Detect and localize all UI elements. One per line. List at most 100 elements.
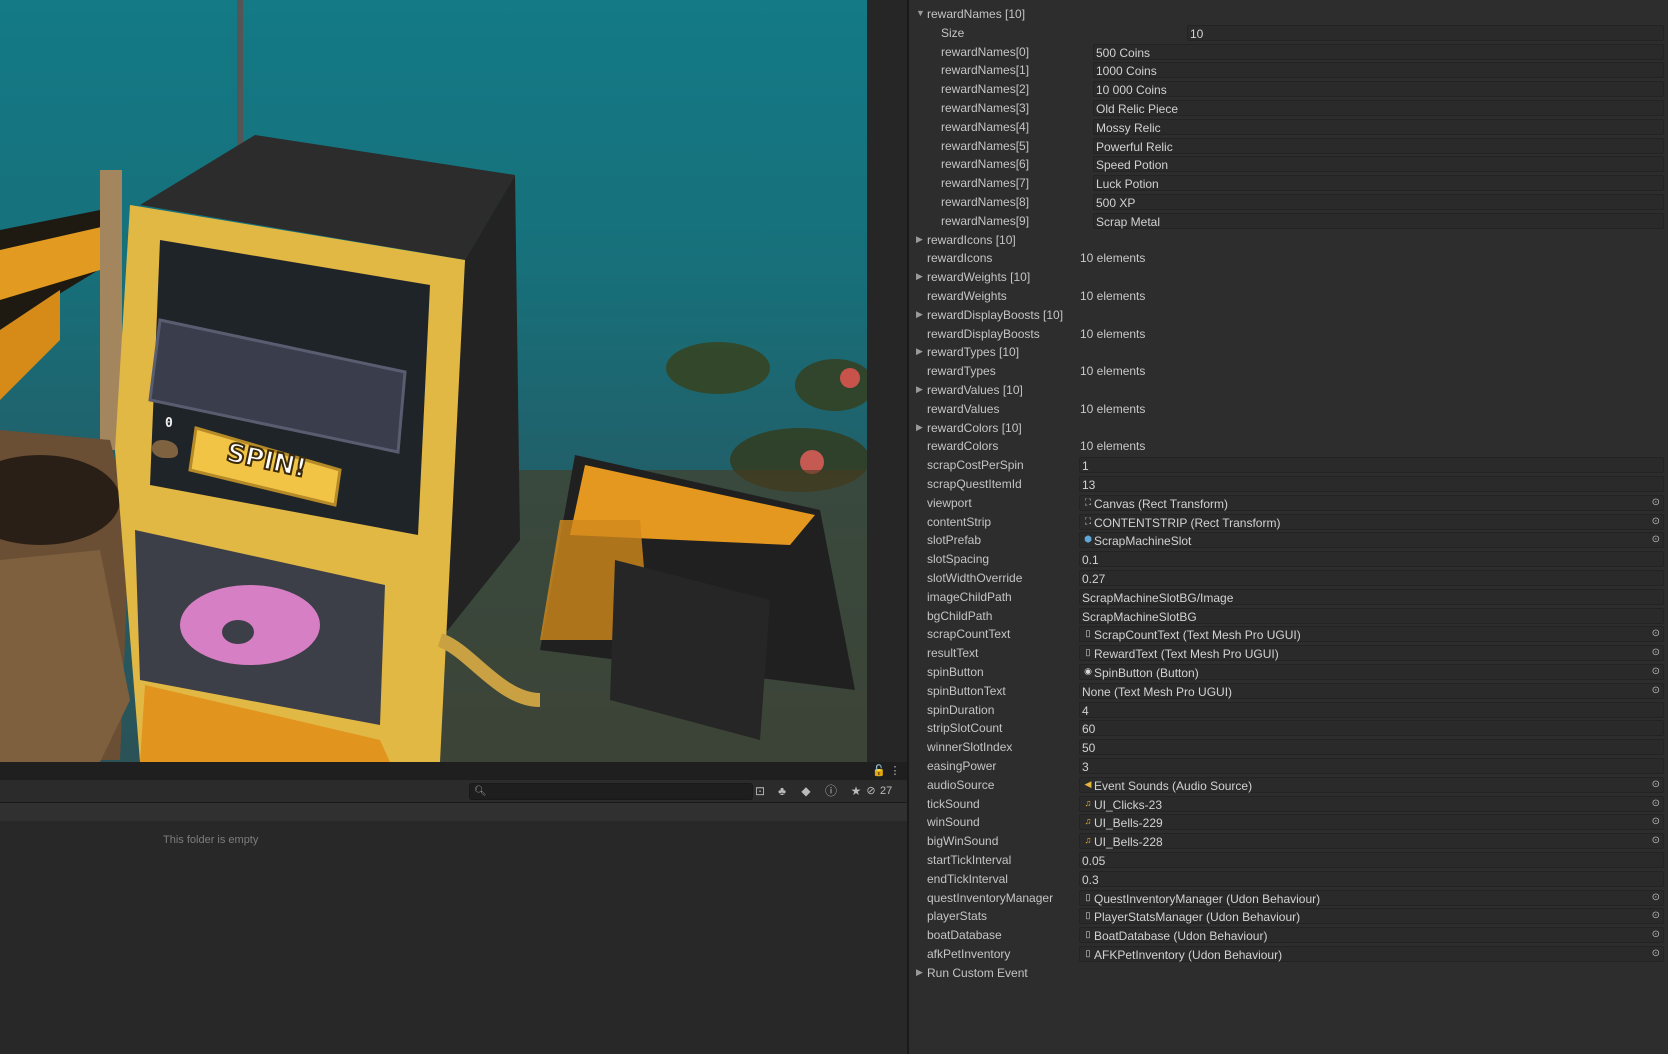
reward-name-field[interactable]: Mossy Relic: [1093, 118, 1664, 135]
property-field[interactable]: ▯ RewardText (Text Mesh Pro UGUI) ⊙: [1079, 645, 1664, 662]
property-field[interactable]: ⛶ CONTENTSTRIP (Rect Transform) ⊙: [1079, 513, 1664, 530]
property-field[interactable]: ♫ UI_Bells-228 ⊙: [1079, 833, 1664, 850]
reward-name-value: 10 000 Coins: [1096, 83, 1167, 98]
reward-name-field[interactable]: 1000 Coins: [1093, 62, 1664, 79]
foldout-collapsed-icon[interactable]: ▶: [916, 271, 923, 282]
project-search[interactable]: 🔍︎: [469, 783, 753, 800]
reward-name-field[interactable]: Speed Potion: [1093, 156, 1664, 173]
object-picker-icon[interactable]: ⊙: [1652, 798, 1660, 809]
property-field[interactable]: ⬢ ScrapMachineSlot ⊙: [1079, 532, 1664, 549]
more-options-icon[interactable]: ⋮: [888, 764, 902, 778]
property-row: scrapCountText ▯ ScrapCountText (Text Mesh…: [909, 625, 1668, 644]
property-field[interactable]: 3: [1079, 758, 1664, 774]
foldout-collapsed-icon[interactable]: ▶: [916, 309, 923, 320]
property-field[interactable]: 1: [1079, 457, 1664, 474]
object-picker-icon[interactable]: ⊙: [1652, 892, 1660, 903]
property-row: spinButton ◉ SpinButton (Button) ⊙: [909, 663, 1668, 682]
hidden-eye-icon[interactable]: ⊘: [866, 783, 876, 799]
array-header: ▶ rewardTypes [10]: [909, 343, 1668, 362]
array-header-label[interactable]: rewardValues [10]: [927, 383, 1023, 397]
property-field[interactable]: ⛶ Canvas (Rect Transform) ⊙: [1079, 494, 1664, 511]
object-picker-icon[interactable]: ⊙: [1652, 835, 1660, 846]
reward-name-field[interactable]: Scrap Metal: [1093, 212, 1664, 229]
reward-name-field[interactable]: Powerful Relic: [1093, 137, 1664, 154]
object-picker-icon[interactable]: ⊙: [1652, 910, 1660, 921]
reward-name-field[interactable]: Old Relic Piece: [1093, 100, 1664, 116]
array-header-label[interactable]: rewardWeights [10]: [927, 270, 1030, 284]
property-value: None (Text Mesh Pro UGUI): [1082, 684, 1233, 699]
size-field[interactable]: 10: [1187, 24, 1664, 41]
property-field[interactable]: ◀ Event Sounds (Audio Source) ⊙: [1079, 776, 1664, 793]
reward-name-field[interactable]: 500 XP: [1093, 194, 1664, 210]
object-picker-icon[interactable]: ⊙: [1652, 516, 1660, 527]
array-header-label[interactable]: rewardDisplayBoosts [10]: [927, 308, 1063, 322]
object-picker-icon[interactable]: ⊙: [1652, 628, 1660, 639]
array-header-label[interactable]: rewardIcons [10]: [927, 233, 1016, 247]
foldout-collapsed-icon[interactable]: ▶: [916, 422, 923, 433]
property-field[interactable]: ▯ BoatDatabase (Udon Behaviour) ⊙: [1079, 927, 1664, 944]
reward-name-field[interactable]: 10 000 Coins: [1093, 81, 1664, 98]
foldout-expanded-icon[interactable]: ▼: [916, 8, 925, 18]
run-custom-event-row: ▶ Run Custom Event: [909, 964, 1668, 983]
property-label: bigWinSound: [927, 834, 999, 849]
search-input[interactable]: [486, 784, 746, 799]
lock-icon[interactable]: 🔓: [872, 764, 886, 778]
array-summary-row: rewardWeights 10 elements: [909, 287, 1668, 306]
filter-by-label-icon[interactable]: ♣: [773, 783, 791, 799]
property-label: slotSpacing: [927, 552, 990, 567]
property-field[interactable]: 60: [1079, 720, 1664, 737]
array-header-label[interactable]: rewardTypes [10]: [927, 345, 1019, 359]
object-picker-icon[interactable]: ⊙: [1652, 647, 1660, 658]
object-picker-icon[interactable]: ⊙: [1652, 534, 1660, 545]
array-summary-label: rewardTypes: [927, 364, 996, 379]
property-field[interactable]: ▯ ScrapCountText (Text Mesh Pro UGUI) ⊙: [1079, 626, 1664, 643]
property-field[interactable]: ▯ AFKPetInventory (Udon Behaviour) ⊙: [1079, 946, 1664, 962]
object-picker-icon[interactable]: ⊙: [1652, 666, 1660, 677]
property-value: 13: [1082, 478, 1096, 492]
property-field[interactable]: None (Text Mesh Pro UGUI) ⊙: [1079, 682, 1664, 699]
property-field[interactable]: ◉ SpinButton (Button) ⊙: [1079, 664, 1664, 680]
info-icon[interactable]: ⓘ: [822, 783, 840, 799]
property-field[interactable]: 0.05: [1079, 852, 1664, 868]
scene-view[interactable]: 0 SPIN!: [0, 0, 867, 762]
search-by-type-icon[interactable]: ⊡: [751, 783, 769, 799]
property-field[interactable]: ▯ PlayerStatsManager (Udon Behaviour) ⊙: [1079, 908, 1664, 925]
reward-name-field[interactable]: Luck Potion: [1093, 175, 1664, 192]
property-field[interactable]: 50: [1079, 739, 1664, 756]
property-field[interactable]: ♫ UI_Clicks-23 ⊙: [1079, 795, 1664, 812]
property-label: spinButtonText: [927, 683, 1006, 698]
property-row: tickSound ♫ UI_Clicks-23 ⊙: [909, 795, 1668, 814]
foldout-collapsed-icon[interactable]: ▶: [916, 346, 923, 357]
object-picker-icon[interactable]: ⊙: [1652, 948, 1660, 959]
property-field[interactable]: ScrapMachineSlotBG/Image: [1079, 588, 1664, 605]
property-row: winnerSlotIndex 50: [909, 738, 1668, 757]
foldout-collapsed-icon[interactable]: ▶: [916, 234, 923, 245]
property-field[interactable]: ▯ QuestInventoryManager (Udon Behaviour) ⊙: [1079, 889, 1664, 906]
run-custom-event-label[interactable]: Run Custom Event: [927, 966, 1028, 980]
reward-name-value: Old Relic Piece: [1096, 102, 1179, 116]
scrap-icon: [152, 440, 178, 458]
reward-names-label[interactable]: rewardNames [10]: [927, 7, 1025, 21]
reward-name-row: rewardNames[2] 10 000 Coins: [909, 80, 1668, 99]
array-header-label[interactable]: rewardColors [10]: [927, 421, 1022, 435]
object-picker-icon[interactable]: ⊙: [1652, 816, 1660, 827]
object-picker-icon[interactable]: ⊙: [1652, 497, 1660, 508]
object-picker-icon[interactable]: ⊙: [1652, 779, 1660, 790]
property-value: 0.27: [1082, 572, 1106, 586]
object-picker-icon[interactable]: ⊙: [1652, 685, 1660, 696]
tag-icon[interactable]: ◆: [797, 783, 815, 799]
array-summary-row: rewardColors 10 elements: [909, 437, 1668, 456]
property-field[interactable]: ♫ UI_Bells-229 ⊙: [1079, 814, 1664, 831]
property-field[interactable]: 13: [1079, 476, 1664, 492]
property-row: viewport ⛶ Canvas (Rect Transform) ⊙: [909, 494, 1668, 513]
foldout-collapsed-icon[interactable]: ▶: [916, 384, 923, 395]
reward-name-field[interactable]: 500 Coins: [1093, 43, 1664, 60]
property-field[interactable]: 4: [1079, 701, 1664, 718]
favorite-star-icon[interactable]: ★: [847, 783, 865, 799]
foldout-collapsed-icon[interactable]: ▶: [916, 967, 923, 978]
property-field[interactable]: ScrapMachineSlotBG: [1079, 607, 1664, 624]
property-field[interactable]: 0.1: [1079, 551, 1664, 568]
object-picker-icon[interactable]: ⊙: [1652, 929, 1660, 940]
property-field[interactable]: 0.27: [1079, 570, 1664, 586]
property-field[interactable]: 0.3: [1079, 870, 1664, 887]
